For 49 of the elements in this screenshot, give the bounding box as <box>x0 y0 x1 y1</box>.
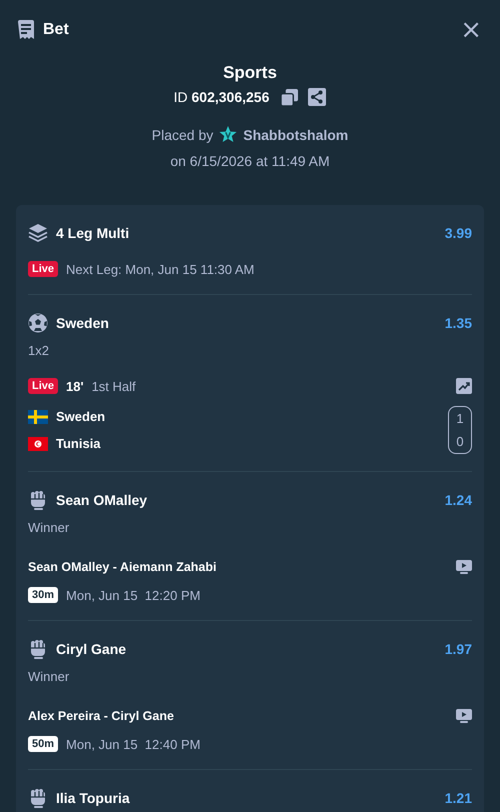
placed-date: on 6/15/2026 at 11:49 AM <box>170 153 330 169</box>
leg-title: Ciryl Gane <box>56 641 126 657</box>
match-period: 1st Half <box>92 378 136 394</box>
bet-id: ID 602,306,256 <box>174 89 270 105</box>
team-name: Tunisia <box>56 436 101 451</box>
stats-chart-icon[interactable] <box>456 378 472 394</box>
team-score: 0 <box>456 434 464 449</box>
fist-icon <box>28 639 48 659</box>
leg-title: Sean OMalley <box>56 492 148 508</box>
leg-title: Ilia Topuria <box>56 790 130 806</box>
username-link[interactable]: Shabbotshalom <box>243 127 348 143</box>
team-score: 1 <box>456 411 464 426</box>
countdown-badge: 50m <box>28 736 58 752</box>
leg-title: Sweden <box>56 315 109 331</box>
star-badge-icon <box>219 126 238 144</box>
market-name: 1x2 <box>28 343 50 358</box>
bet-category: Sports <box>223 63 277 83</box>
market-name: Winner <box>28 669 70 684</box>
match-minute: 18' <box>66 378 84 394</box>
copy-icon[interactable] <box>281 88 298 106</box>
live-badge: Live <box>28 378 58 394</box>
odds-value: 1.24 <box>444 492 472 508</box>
flag-icon <box>28 410 48 424</box>
placed-by-label: Placed by <box>152 127 214 143</box>
tv-icon[interactable] <box>456 709 472 723</box>
leg-title: 4 Leg Multi <box>56 225 130 241</box>
fist-icon <box>28 788 48 808</box>
odds-value: 1.97 <box>444 641 472 657</box>
odds-value: 1.21 <box>444 790 472 806</box>
match-name: Alex Pereira - Ciryl Gane <box>28 709 174 723</box>
live-badge: Live <box>28 261 58 277</box>
fist-icon <box>28 490 48 510</box>
soccer-ball-icon <box>28 313 48 333</box>
match-name: Sean OMalley - Aiemann Zahabi <box>28 560 216 574</box>
odds-value: 3.99 <box>444 225 472 241</box>
receipt-icon <box>17 20 35 40</box>
countdown-badge: 30m <box>28 587 58 603</box>
start-time: Mon, Jun 15 12:20 PM <box>66 588 200 602</box>
tv-icon[interactable] <box>456 560 472 574</box>
next-leg-time: Next Leg: Mon, Jun 15 11:30 AM <box>66 262 254 276</box>
market-name: Winner <box>28 520 70 535</box>
start-time: Mon, Jun 15 12:40 PM <box>66 736 200 752</box>
layers-icon <box>28 223 48 243</box>
team-name: Sweden <box>56 409 106 424</box>
panel-title: Bet <box>43 21 69 39</box>
odds-value: 1.35 <box>444 315 472 331</box>
share-icon[interactable] <box>308 88 326 106</box>
close-button[interactable]: × <box>460 20 482 40</box>
flag-icon <box>28 436 48 450</box>
